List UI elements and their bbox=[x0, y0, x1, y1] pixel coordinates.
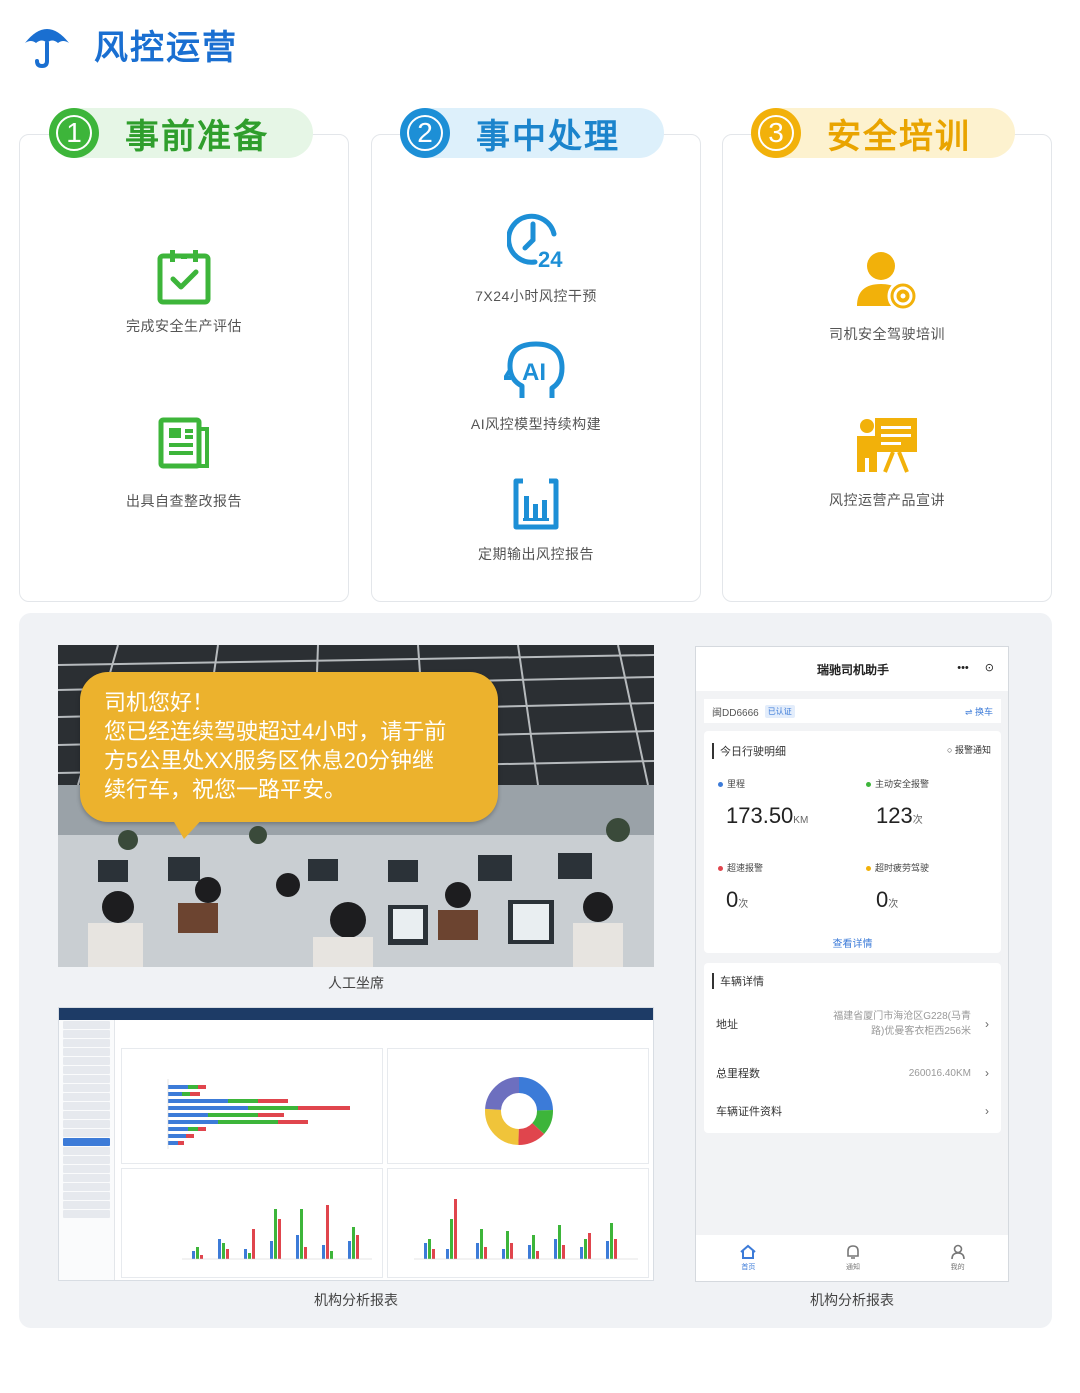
dashboard-column-chart bbox=[121, 1168, 383, 1278]
stat-label: 超速报警 bbox=[718, 861, 763, 874]
ai-head-icon: AI bbox=[504, 341, 565, 398]
switch-vehicle-link[interactable]: ⇌ 换车 bbox=[965, 705, 993, 718]
driver-wheel-icon bbox=[857, 252, 919, 312]
dashboard-topbar bbox=[59, 1008, 653, 1020]
row-value: 260016.40KM bbox=[908, 1067, 971, 1079]
alarm-notice-toggle[interactable]: ○ 报警通知 bbox=[947, 743, 991, 756]
stage-number: 1 bbox=[49, 108, 99, 158]
user-icon bbox=[950, 1244, 965, 1260]
calendar-check-icon bbox=[157, 250, 211, 305]
chevron-right-icon: › bbox=[985, 1066, 989, 1080]
svg-text:AI: AI bbox=[522, 359, 546, 386]
stage-item: 24 7X24小时风控干预 bbox=[371, 210, 701, 306]
dashboard-screenshot bbox=[58, 1007, 654, 1281]
bottom-tab-bar: 首页 通知 我的 bbox=[696, 1235, 1008, 1281]
detail-row-address[interactable]: 地址 福建省厦门市海沧区G228(马青 路)优曼客衣柜西256米 › bbox=[704, 1005, 1001, 1043]
miniapp-capsule[interactable]: ••• ⊙ bbox=[957, 661, 994, 675]
stage-pill-pre: 1 事前准备 bbox=[49, 108, 313, 158]
stage-item-label: 定期输出风控报告 bbox=[478, 546, 594, 562]
more-dots-icon[interactable]: ••• bbox=[957, 662, 969, 674]
dashboard-column-chart-2 bbox=[387, 1168, 649, 1278]
tab-mine[interactable]: 我的 bbox=[949, 1244, 967, 1272]
stage-number: 3 bbox=[751, 108, 801, 158]
tab-notice[interactable]: 通知 bbox=[844, 1244, 862, 1272]
stage-item-label: 完成安全生产评估 bbox=[126, 318, 242, 334]
stage-card-pre bbox=[19, 134, 349, 602]
stage-item-label: 司机安全驾驶培训 bbox=[829, 326, 945, 342]
stat-value: 123次 bbox=[876, 803, 923, 828]
stage-pill-during: 2 事中处理 bbox=[400, 108, 664, 158]
svg-text:24: 24 bbox=[538, 247, 563, 270]
bubble-text-line: 续行车，祝您一路平安。 bbox=[104, 777, 347, 802]
stage-item: AI AI风控模型持续构建 bbox=[371, 340, 701, 434]
vehicle-title: 车辆详情 bbox=[712, 973, 764, 989]
phone-caption: 机构分析报表 bbox=[810, 1292, 894, 1308]
bar-report-icon bbox=[513, 478, 559, 530]
umbrella-icon bbox=[25, 29, 69, 69]
today-title: 今日行驶明细 bbox=[712, 743, 786, 759]
stage-title: 安全培训 bbox=[827, 117, 971, 156]
stage-title: 事前准备 bbox=[125, 117, 269, 156]
row-label: 总里程数 bbox=[716, 1068, 760, 1080]
mobile-app-screenshot: 瑞驰司机助手 ••• ⊙ 闽DD6666 已认证 ⇌ 换车 今日行驶明细 ○ 报… bbox=[695, 646, 1009, 1282]
detail-row-mileage[interactable]: 总里程数 260016.40KM › bbox=[704, 1055, 1001, 1091]
bubble-text-line: 司机您好！ bbox=[104, 690, 215, 715]
row-label: 车辆证件资料 bbox=[716, 1106, 782, 1118]
photo-caption: 人工坐席 bbox=[328, 975, 384, 991]
stage-item: 出具自查整改报告 bbox=[19, 417, 349, 511]
report-document-icon bbox=[158, 417, 209, 469]
verified-badge: 已认证 bbox=[764, 704, 795, 718]
stat-label: 主动安全报警 bbox=[866, 777, 929, 790]
app-title: 瑞驰司机助手 bbox=[816, 662, 889, 677]
bell-icon bbox=[847, 1245, 859, 1259]
dashboard-sidebar bbox=[59, 1020, 115, 1280]
row-label: 地址 bbox=[716, 1019, 738, 1031]
stage-item: 定期输出风控报告 bbox=[371, 478, 701, 564]
stage-item-label: AI风控模型持续构建 bbox=[470, 416, 602, 432]
stage-item: 风控运营产品宣讲 bbox=[722, 416, 1052, 510]
chevron-right-icon: › bbox=[985, 1104, 989, 1118]
stage-pill-training: 3 安全培训 bbox=[751, 108, 1015, 158]
chevron-right-icon: › bbox=[985, 1017, 989, 1031]
vehicle-plate-bar: 闽DD6666 已认证 ⇌ 换车 bbox=[704, 699, 1001, 723]
bubble-text-line: 方5公里处XX服务区休息20分钟继 bbox=[104, 748, 435, 773]
alarm-notice-label: 报警通知 bbox=[954, 745, 991, 755]
stat-value: 0次 bbox=[876, 887, 899, 912]
bubble-text-line: 您已经连续驾驶超过4小时，请于前 bbox=[104, 719, 447, 744]
plate-number: 闽DD6666 bbox=[712, 707, 759, 719]
stat-label: 超时疲劳驾驶 bbox=[866, 861, 929, 874]
view-details-link[interactable]: 查看详情 bbox=[704, 935, 1001, 950]
stage-item: 司机安全驾驶培训 bbox=[722, 250, 1052, 344]
stage-item: 完成安全生产评估 bbox=[19, 248, 349, 336]
home-icon bbox=[740, 1244, 756, 1259]
stage-number: 2 bbox=[400, 108, 450, 158]
stage-title: 事中处理 bbox=[476, 117, 620, 156]
dashboard-donut-chart bbox=[387, 1048, 649, 1164]
detail-row-documents[interactable]: 车辆证件资料 › bbox=[704, 1093, 1001, 1129]
bubble-tail bbox=[170, 815, 206, 839]
page-title: 风控运营 bbox=[94, 28, 238, 67]
stage-item-label: 出具自查整改报告 bbox=[126, 493, 242, 509]
stat-value: 0次 bbox=[726, 887, 749, 912]
presenter-board-icon bbox=[857, 418, 917, 473]
section-header: 风控运营 bbox=[22, 18, 238, 70]
row-value: 福建省厦门市海沧区G228(马青 路)优曼客衣柜西256米 bbox=[833, 1011, 971, 1037]
stat-label: 里程 bbox=[718, 777, 745, 790]
vehicle-detail-card: 车辆详情 地址 福建省厦门市海沧区G228(马青 路)优曼客衣柜西256米 › 总… bbox=[704, 963, 1001, 1133]
today-detail-card: 今日行驶明细 ○ 报警通知 里程 173.50KM 主动安全报警 123次 超速… bbox=[704, 731, 1001, 953]
close-circle-icon[interactable]: ⊙ bbox=[985, 661, 994, 674]
clock-24-icon: 24 bbox=[507, 213, 563, 270]
stat-value: 173.50KM bbox=[726, 803, 809, 828]
tab-home[interactable]: 首页 bbox=[739, 1244, 757, 1272]
stage-item-label: 7X24小时风控干预 bbox=[475, 288, 597, 304]
dashboard-caption: 机构分析报表 bbox=[314, 1292, 398, 1308]
stage-item-label: 风控运营产品宣讲 bbox=[829, 492, 945, 508]
dashboard-bar-chart bbox=[121, 1048, 383, 1164]
driver-alert-bubble: 司机您好！ 您已经连续驾驶超过4小时，请于前 方5公里处XX服务区休息20分钟继… bbox=[80, 672, 498, 822]
stage-card-training bbox=[722, 134, 1052, 602]
